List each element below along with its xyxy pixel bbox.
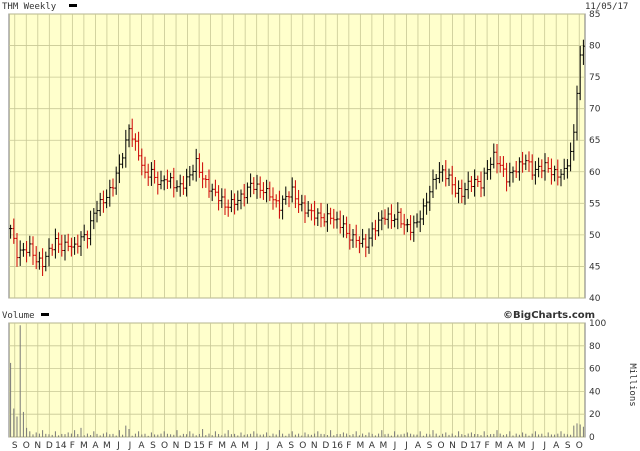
month-label: J bbox=[542, 441, 546, 451]
volume-tick-label: 0 bbox=[589, 433, 595, 443]
minimize-icon[interactable] bbox=[69, 4, 77, 7]
volume-tick-label: 20 bbox=[589, 410, 601, 420]
month-label: F bbox=[70, 441, 75, 451]
month-label: S bbox=[288, 441, 294, 451]
month-label: A bbox=[138, 441, 145, 451]
volume-panel: 0 20 40 60 80 100 bbox=[8, 319, 606, 443]
month-label: D bbox=[46, 441, 53, 451]
month-label: J bbox=[404, 441, 408, 451]
month-label: M bbox=[495, 441, 503, 451]
month-label: N bbox=[311, 441, 318, 451]
price-tick-label: 80 bbox=[589, 42, 601, 52]
month-label: O bbox=[161, 441, 168, 451]
month-label: M bbox=[218, 441, 226, 451]
price-tick-label: 50 bbox=[589, 231, 601, 241]
month-label: O bbox=[23, 441, 30, 451]
month-label: F bbox=[484, 441, 489, 451]
symbol-label: THM Weekly bbox=[2, 2, 57, 12]
price-tick-label: 45 bbox=[589, 262, 600, 272]
month-label: M bbox=[103, 441, 111, 451]
month-label: O bbox=[576, 441, 583, 451]
month-label: M bbox=[241, 441, 249, 451]
volume-tick-label: 60 bbox=[589, 365, 601, 375]
x-axis-labels: S O N D 14 F M A M J J A S O N D 15 F M A M J J A S O N D 16 F M A M J J A S… bbox=[12, 441, 583, 451]
price-tick-label: 70 bbox=[589, 105, 601, 115]
month-label: N bbox=[173, 441, 180, 451]
price-tick-label: 55 bbox=[589, 199, 600, 209]
month-label: A bbox=[507, 441, 514, 451]
month-label: S bbox=[427, 441, 433, 451]
month-label: 15 bbox=[193, 441, 204, 451]
volume-label: Volume bbox=[2, 311, 35, 321]
month-label: A bbox=[231, 441, 238, 451]
price-tick-label: 60 bbox=[589, 168, 601, 178]
month-label: N bbox=[34, 441, 41, 451]
month-label: 14 bbox=[55, 441, 67, 451]
month-label: A bbox=[277, 441, 284, 451]
month-label: A bbox=[553, 441, 560, 451]
volume-tick-label: 100 bbox=[589, 319, 606, 329]
month-label: A bbox=[92, 441, 99, 451]
month-label: M bbox=[80, 441, 88, 451]
month-label: O bbox=[437, 441, 444, 451]
month-label: D bbox=[461, 441, 468, 451]
month-label: 17 bbox=[470, 441, 481, 451]
month-label: J bbox=[254, 441, 258, 451]
month-label: M bbox=[518, 441, 526, 451]
volume-tick-label: 80 bbox=[589, 342, 601, 352]
minimize-icon[interactable] bbox=[41, 313, 49, 316]
brand-watermark: ©BigCharts.com bbox=[503, 310, 595, 321]
month-label: S bbox=[150, 441, 156, 451]
month-label: J bbox=[128, 441, 132, 451]
price-tick-label: 75 bbox=[589, 73, 600, 83]
month-label: A bbox=[369, 441, 376, 451]
chart-root: THM Weekly 11/05/17 40455055606570758085… bbox=[0, 0, 640, 451]
month-label: 16 bbox=[332, 441, 344, 451]
month-label: D bbox=[322, 441, 329, 451]
volume-unit-label: Millions bbox=[627, 363, 637, 406]
month-label: J bbox=[116, 441, 120, 451]
month-label: S bbox=[12, 441, 18, 451]
price-tick-label: 65 bbox=[589, 136, 600, 146]
price-tick-label: 85 bbox=[589, 10, 600, 20]
month-label: J bbox=[393, 441, 397, 451]
price-tick-label: 40 bbox=[589, 294, 601, 304]
month-label: O bbox=[299, 441, 306, 451]
month-label: A bbox=[415, 441, 422, 451]
volume-tick-label: 40 bbox=[589, 387, 601, 397]
month-label: J bbox=[266, 441, 270, 451]
month-label: D bbox=[184, 441, 191, 451]
month-label: F bbox=[208, 441, 213, 451]
price-panel: 40 45 50 55 60 65 70 75 80 85 bbox=[8, 10, 601, 304]
month-label: F bbox=[346, 441, 351, 451]
month-label: M bbox=[356, 441, 364, 451]
month-label: J bbox=[531, 441, 535, 451]
month-label: N bbox=[449, 441, 456, 451]
month-label: S bbox=[565, 441, 571, 451]
header-strip bbox=[0, 0, 640, 13]
month-label: M bbox=[380, 441, 388, 451]
